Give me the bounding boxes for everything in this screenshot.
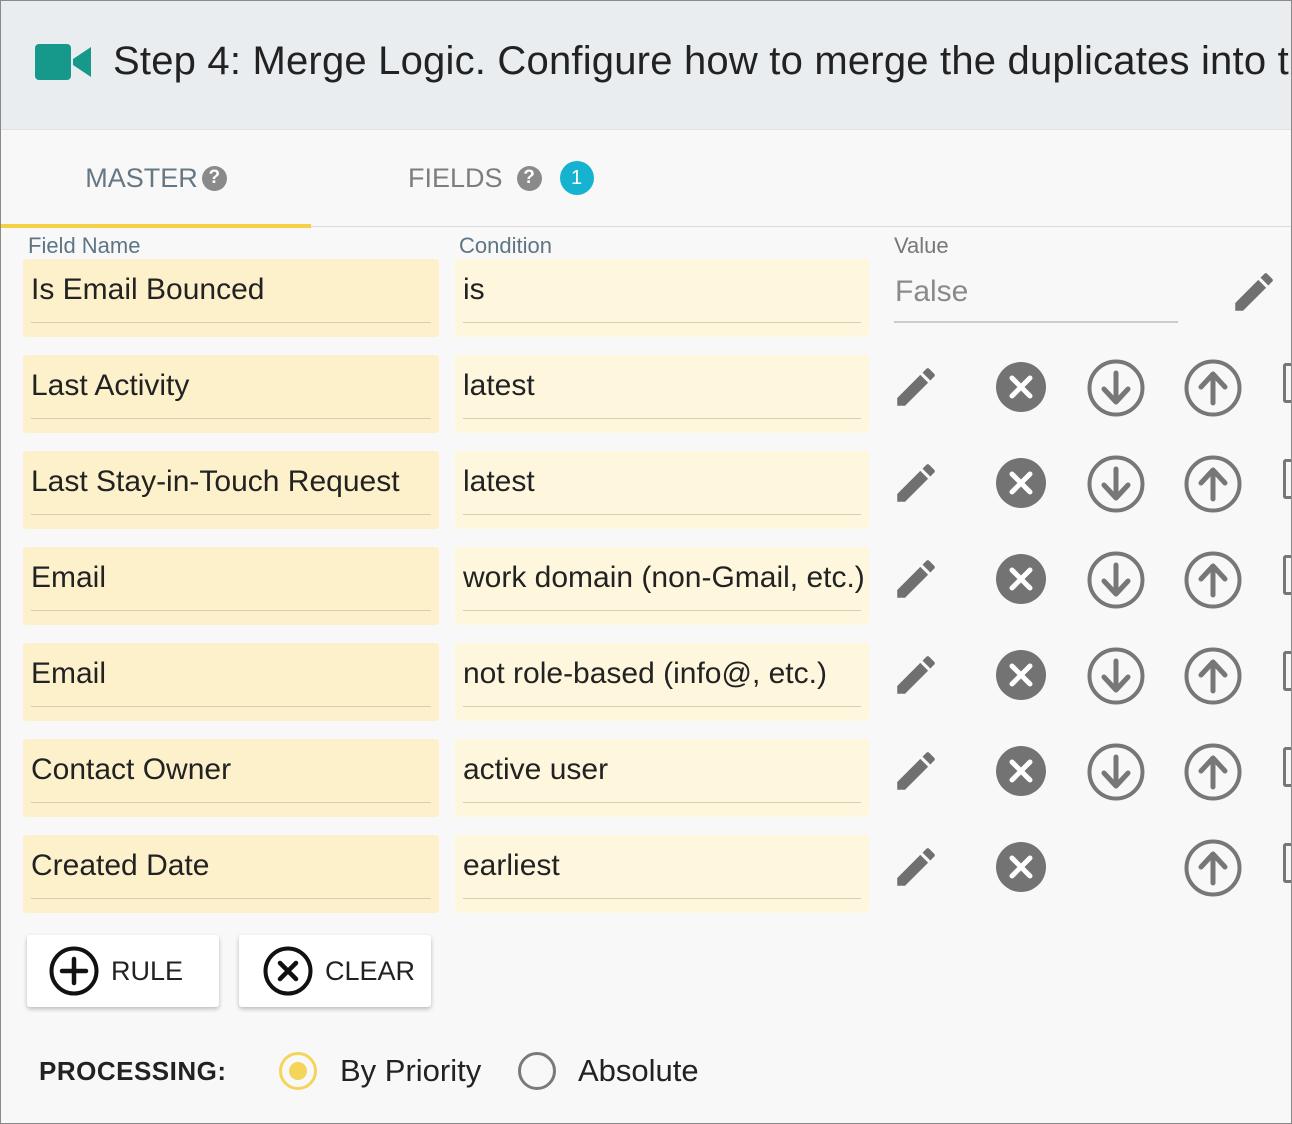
remove-icon[interactable]	[996, 554, 1046, 604]
merge-logic-panel: Step 4: Merge Logic. Configure how to me…	[0, 0, 1292, 1124]
truncated-icon[interactable]	[1283, 363, 1291, 403]
move-up-icon[interactable]	[1184, 551, 1242, 609]
move-down-icon[interactable]	[1087, 359, 1145, 417]
move-down-icon[interactable]	[1087, 647, 1145, 705]
move-up-icon[interactable]	[1184, 455, 1242, 513]
field-name-input[interactable]: Is Email Bounced	[23, 259, 439, 337]
move-down-icon[interactable]	[1087, 455, 1145, 513]
field-name-input[interactable]: Last Activity	[23, 355, 439, 433]
column-header-field-name: Field Name	[28, 233, 141, 258]
tab-fields-label: FIELDS	[408, 162, 503, 193]
count-badge: 1	[559, 161, 594, 195]
radio-by-priority[interactable]	[279, 1052, 317, 1090]
radio-absolute-label[interactable]: Absolute	[578, 1053, 699, 1089]
help-icon[interactable]: ?	[516, 165, 542, 191]
pencil-icon[interactable]	[891, 362, 941, 412]
remove-icon[interactable]	[996, 458, 1046, 508]
value-input[interactable]: False	[895, 275, 968, 309]
column-header-value: Value	[894, 233, 949, 258]
column-header-condition: Condition	[459, 233, 552, 258]
pencil-icon[interactable]	[891, 842, 941, 892]
active-tab-indicator	[1, 224, 311, 228]
remove-icon[interactable]	[996, 650, 1046, 700]
remove-icon[interactable]	[996, 362, 1046, 412]
add-rule-button[interactable]: RULE	[27, 935, 219, 1007]
plus-circle-icon	[49, 946, 99, 996]
tab-fields[interactable]: FIELDS ? 1	[408, 130, 594, 226]
truncated-icon[interactable]	[1283, 747, 1291, 787]
field-name-input[interactable]: Created Date	[23, 835, 439, 913]
video-camera-icon	[35, 44, 91, 85]
pencil-icon[interactable]	[891, 458, 941, 508]
condition-select[interactable]: latest	[455, 355, 869, 433]
pencil-icon[interactable]	[891, 554, 941, 604]
move-up-icon[interactable]	[1184, 359, 1242, 417]
remove-icon[interactable]	[996, 746, 1046, 796]
field-name-input[interactable]: Email	[23, 643, 439, 721]
clear-button[interactable]: CLEAR	[239, 935, 431, 1007]
pencil-icon[interactable]	[891, 650, 941, 700]
tab-bar: MASTER ? FIELDS ? 1	[1, 130, 1291, 228]
processing-label: PROCESSING:	[39, 1056, 227, 1086]
truncated-icon[interactable]	[1283, 651, 1291, 691]
value-input-underline	[894, 321, 1178, 323]
move-down-icon[interactable]	[1087, 551, 1145, 609]
field-name-input[interactable]: Last Stay-in-Touch Request	[23, 451, 439, 529]
help-icon[interactable]: ?	[201, 165, 227, 191]
condition-select[interactable]: not role-based (info@, etc.)	[455, 643, 869, 721]
pencil-icon[interactable]	[891, 746, 941, 796]
radio-by-priority-label[interactable]: By Priority	[340, 1053, 481, 1089]
tab-master[interactable]: MASTER ?	[1, 130, 311, 228]
tab-master-label: MASTER	[85, 162, 198, 193]
field-name-input[interactable]: Email	[23, 547, 439, 625]
truncated-icon[interactable]	[1283, 555, 1291, 595]
move-up-icon[interactable]	[1184, 647, 1242, 705]
condition-select[interactable]: active user	[455, 739, 869, 817]
truncated-icon[interactable]	[1283, 459, 1291, 499]
move-up-icon[interactable]	[1184, 743, 1242, 801]
add-rule-label: RULE	[111, 955, 184, 986]
step-header: Step 4: Merge Logic. Configure how to me…	[1, 1, 1291, 130]
condition-select[interactable]: is	[455, 259, 869, 337]
page-title: Step 4: Merge Logic. Configure how to me…	[113, 39, 1291, 83]
remove-icon[interactable]	[996, 842, 1046, 892]
clear-label: CLEAR	[325, 955, 416, 986]
truncated-icon[interactable]	[1283, 843, 1291, 883]
field-name-input[interactable]: Contact Owner	[23, 739, 439, 817]
move-up-icon[interactable]	[1184, 839, 1242, 897]
condition-select[interactable]: latest	[455, 451, 869, 529]
move-down-icon[interactable]	[1087, 743, 1145, 801]
condition-select[interactable]: earliest	[455, 835, 869, 913]
close-circle-icon	[263, 946, 313, 996]
pencil-icon[interactable]	[1229, 267, 1279, 317]
radio-absolute[interactable]	[518, 1052, 556, 1090]
condition-select[interactable]: work domain (non-Gmail, etc.)	[455, 547, 869, 625]
